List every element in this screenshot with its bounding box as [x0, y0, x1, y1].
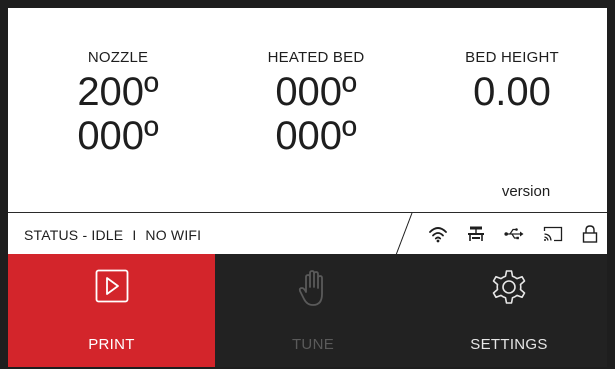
heated-bed-label: HEATED BED [267, 49, 365, 66]
play-icon [94, 268, 130, 309]
nozzle-readout: NOZZLE 200º 000º [48, 46, 188, 158]
bed-height-label: BED HEIGHT [465, 49, 559, 66]
status-icons [418, 213, 607, 255]
status-divider [395, 213, 413, 255]
bed-height-readout: BED HEIGHT 0.00 [442, 46, 582, 114]
nozzle-label: NOZZLE [87, 49, 149, 66]
tab-settings[interactable]: SETTINGS [411, 254, 607, 367]
lock-icon[interactable] [582, 225, 598, 243]
status-bar: STATUS - IDLE I NO WIFI [8, 212, 607, 255]
bed-height-value: 0.00 [473, 70, 551, 114]
usb-icon[interactable] [503, 227, 524, 241]
tab-print-label: PRINT [88, 336, 135, 353]
heated-bed-current-temp: 000º [275, 70, 357, 114]
printer-icon[interactable] [467, 226, 485, 242]
nozzle-target-temp: 000º [77, 114, 159, 158]
status-state: STATUS - IDLE [24, 227, 124, 243]
version-label: version [501, 183, 551, 200]
heated-bed-target-temp: 000º [275, 114, 357, 158]
wifi-icon[interactable] [428, 225, 448, 243]
heated-bed-readout: HEATED BED 000º 000º [246, 46, 386, 158]
status-text: STATUS - IDLE I NO WIFI [24, 213, 201, 255]
status-separator: I [132, 227, 137, 243]
gear-icon [489, 268, 529, 313]
printer-display: NOZZLE 200º 000º HEATED BED 000º 000º BE… [0, 0, 615, 369]
bottom-navigation: PRINT TUNE SETTINGS [8, 254, 607, 367]
tab-tune-label: TUNE [291, 336, 335, 353]
tab-print[interactable]: PRINT [8, 254, 215, 367]
cast-icon[interactable] [543, 226, 563, 242]
status-network: NO WIFI [145, 227, 202, 243]
tab-settings-label: SETTINGS [470, 336, 548, 353]
tab-tune[interactable]: TUNE [215, 254, 411, 367]
hand-icon [296, 268, 330, 313]
nozzle-current-temp: 200º [77, 70, 159, 114]
